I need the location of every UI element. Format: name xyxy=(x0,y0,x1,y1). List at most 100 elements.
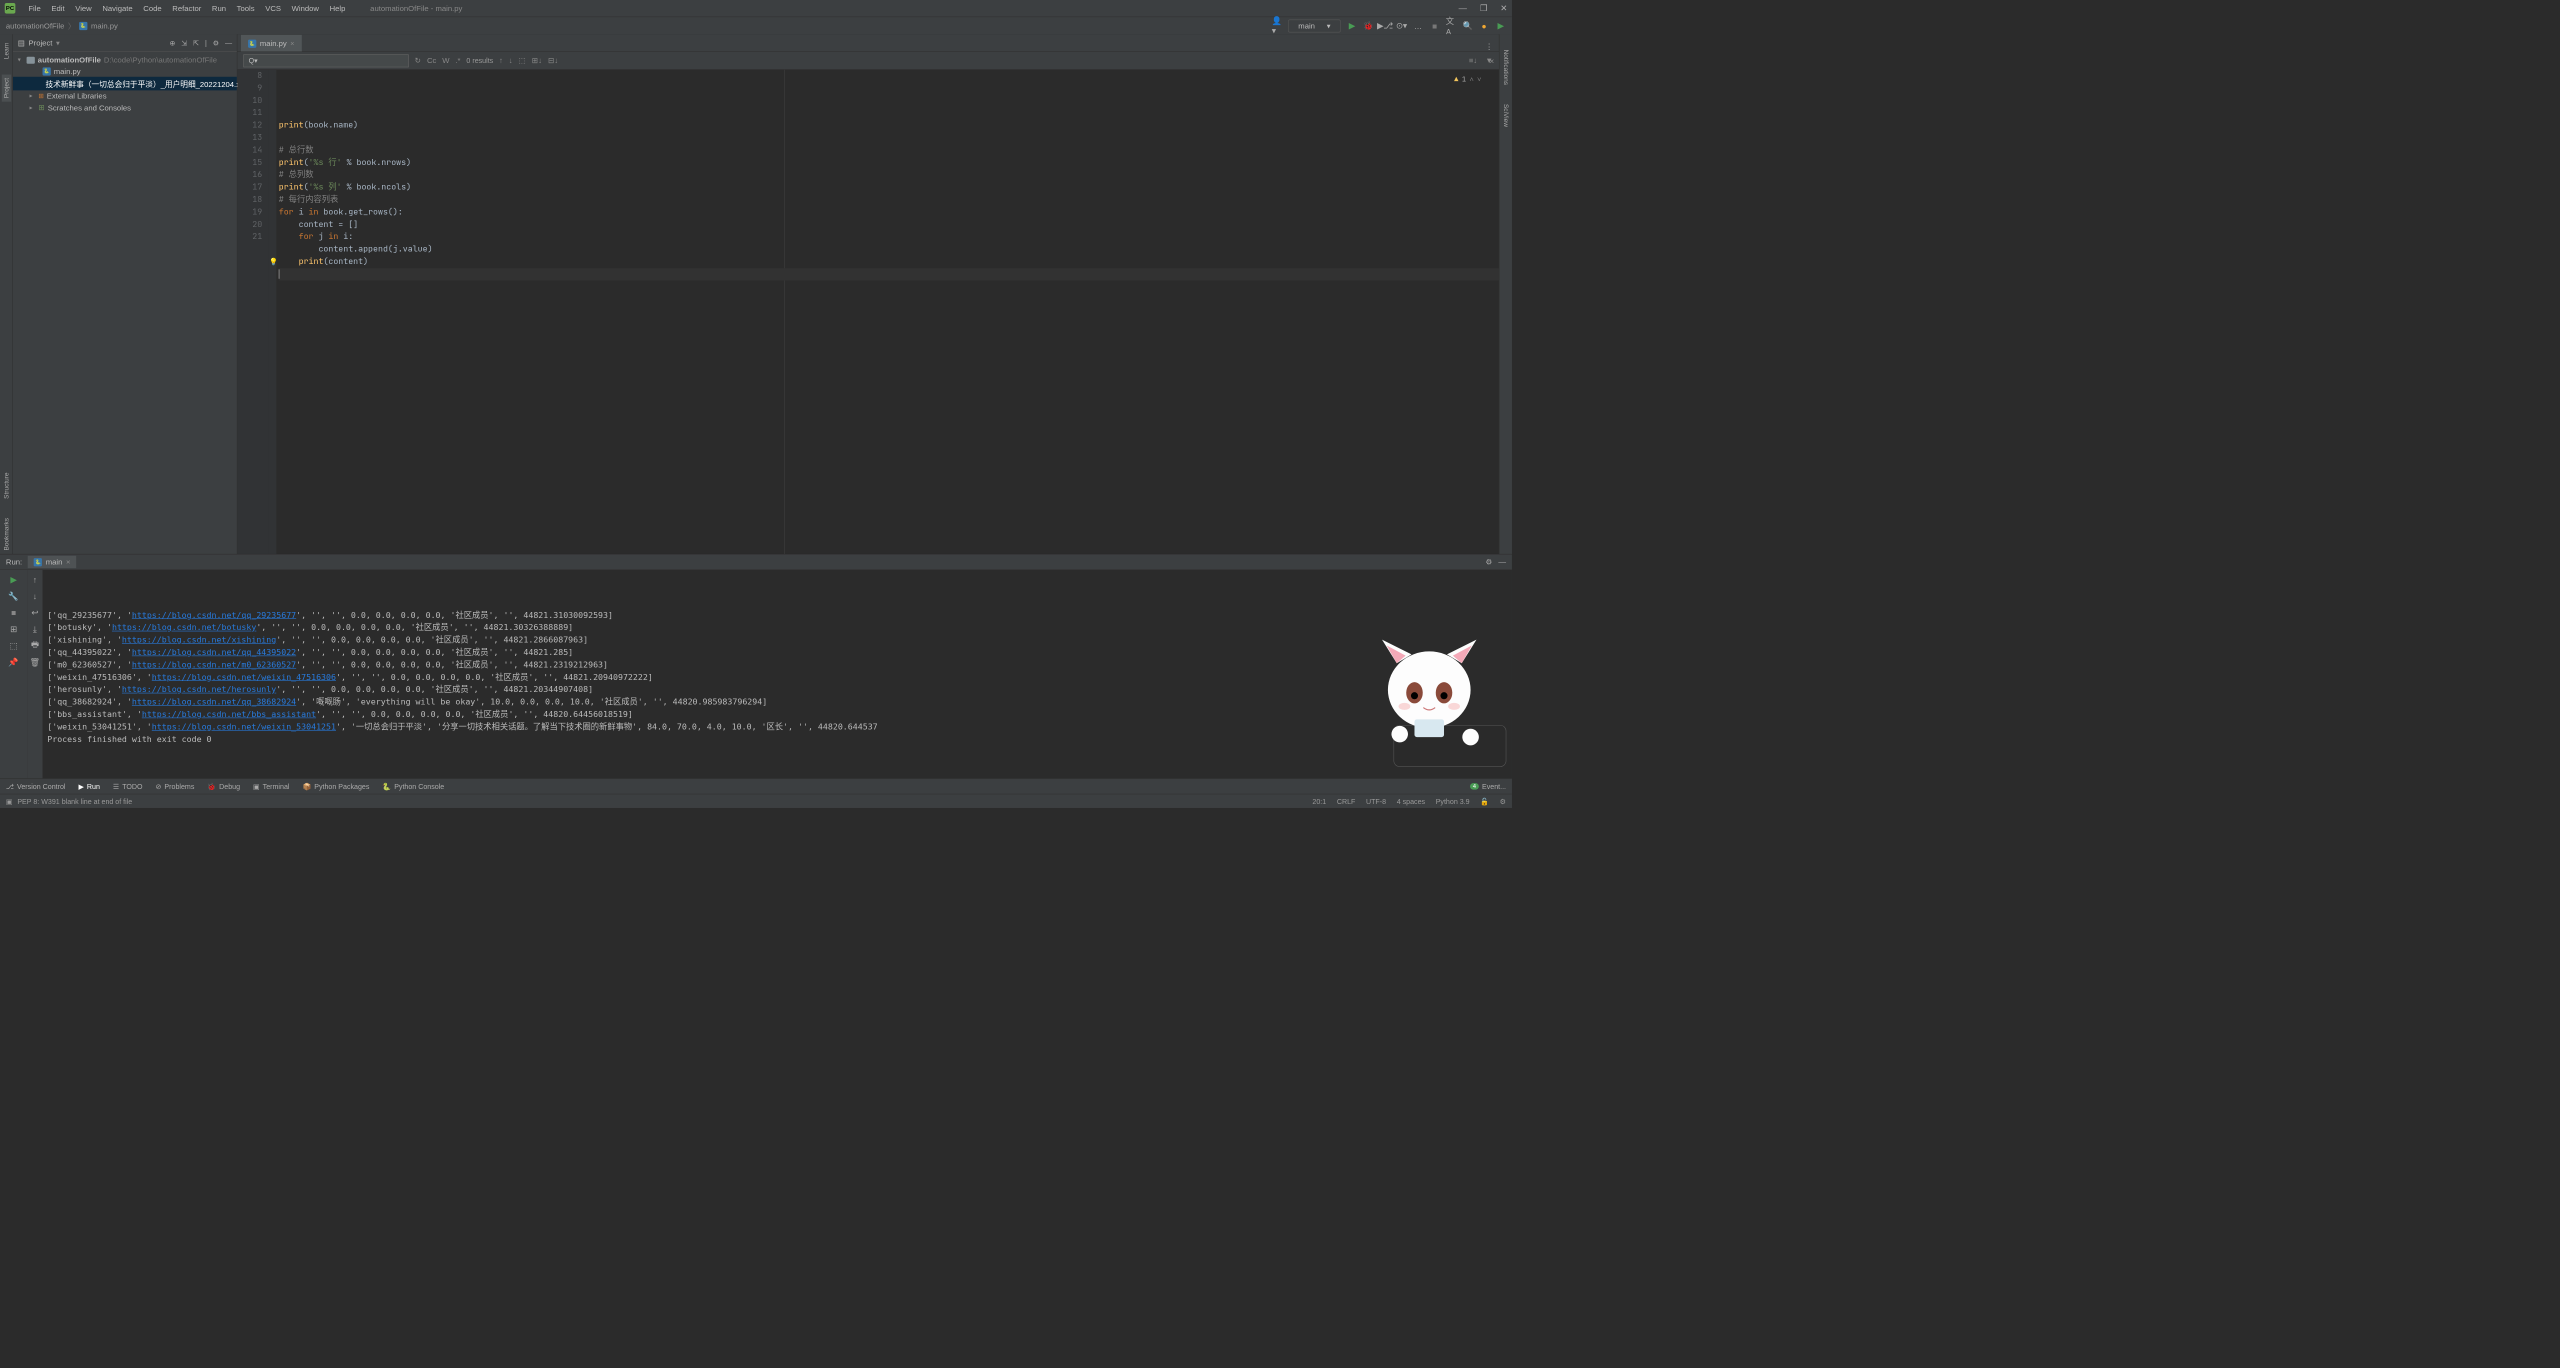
history-icon[interactable]: ↻ xyxy=(415,56,421,65)
bookmarks-tab[interactable]: Bookmarks xyxy=(1,514,10,554)
maximize-icon[interactable]: ❐ xyxy=(1480,3,1487,13)
select-all-icon[interactable]: ⬚ xyxy=(519,56,526,65)
clear-icon[interactable]: 🗑 xyxy=(29,656,41,668)
editor-tab-main[interactable]: 🐍 main.py × xyxy=(241,35,302,52)
pin-icon[interactable]: ⬚ xyxy=(8,640,20,652)
run-tab-main[interactable]: 🐍 main × xyxy=(28,556,76,568)
tab-run[interactable]: ▶Run xyxy=(78,782,99,790)
prev-problem-icon[interactable]: ˄ xyxy=(1470,73,1474,85)
close-icon[interactable]: ✕ xyxy=(1500,3,1507,13)
translate-icon[interactable]: 文A xyxy=(1446,20,1457,31)
menu-run[interactable]: Run xyxy=(207,2,231,14)
status-icon[interactable]: ▣ xyxy=(6,797,13,805)
event-log-tab[interactable]: 4 Event... xyxy=(1470,782,1506,790)
menu-tools[interactable]: Tools xyxy=(232,2,259,14)
debug-button[interactable]: 🐞 xyxy=(1363,20,1374,31)
project-panel-title[interactable]: Project xyxy=(29,38,53,47)
collapse-icon[interactable]: ⇱ xyxy=(193,39,199,47)
dump-icon[interactable]: 📌 xyxy=(8,656,20,668)
tab-todo[interactable]: ☰TODO xyxy=(113,782,143,790)
tree-scratches[interactable]: ▸ ⊞ Scratches and Consoles xyxy=(13,102,237,114)
run-config-selector[interactable]: main▾ xyxy=(1288,19,1340,32)
next-match-icon[interactable]: ↓ xyxy=(509,56,513,65)
code-editor[interactable]: 89101112131415161718192021 ▲ 1 ˄ ˅ print… xyxy=(237,70,1499,554)
line-separator[interactable]: CRLF xyxy=(1337,797,1356,805)
tree-file-xlsx[interactable]: 技术新鲜事（一切总会归于平淡）_用户明细_20221204.xlsx xyxy=(13,77,237,91)
menu-file[interactable]: File xyxy=(24,2,46,14)
quick-list-icon[interactable]: ≡↓ xyxy=(1469,56,1477,65)
editor-options-icon[interactable]: ⋮ xyxy=(1479,42,1498,51)
menu-refactor[interactable]: Refactor xyxy=(168,2,206,14)
tree-root[interactable]: ▾ automationOfFile D:\code\Python\automa… xyxy=(13,54,237,65)
find-input[interactable]: Q▾ xyxy=(243,54,408,67)
sciview-tab[interactable]: SciView xyxy=(1501,100,1510,130)
regex-icon[interactable]: .* xyxy=(455,56,460,65)
tab-debug[interactable]: 🐞Debug xyxy=(207,782,240,790)
ide-actions-icon[interactable]: ● xyxy=(1479,20,1490,31)
console-output[interactable]: ['qq_29235677', 'https://blog.csdn.net/q… xyxy=(43,570,1512,778)
file-encoding[interactable]: UTF-8 xyxy=(1366,797,1386,805)
close-find-icon[interactable]: × xyxy=(1489,56,1494,65)
inspections-widget[interactable]: ▲ 1 ˄ ˅ xyxy=(1454,73,1481,85)
tab-problems[interactable]: ⊘Problems xyxy=(156,782,195,790)
remove-selection-icon[interactable]: ⊟↓ xyxy=(548,56,558,65)
tab-terminal[interactable]: ▣Terminal xyxy=(253,782,289,790)
dropdown-icon[interactable]: ▾ xyxy=(56,38,60,47)
hide-run-icon[interactable]: — xyxy=(1498,557,1506,566)
add-selection-icon[interactable]: ⊞↓ xyxy=(532,56,542,65)
structure-tab[interactable]: Structure xyxy=(1,469,10,502)
locate-icon[interactable]: ⊕ xyxy=(169,39,175,47)
menu-help[interactable]: Help xyxy=(325,2,350,14)
minimize-icon[interactable]: — xyxy=(1459,3,1467,13)
word-icon[interactable]: W xyxy=(442,56,449,65)
menu-window[interactable]: Window xyxy=(287,2,324,14)
tree-file-main[interactable]: 🐍 main.py xyxy=(13,66,237,77)
close-run-tab-icon[interactable]: × xyxy=(66,558,70,567)
attach-button[interactable]: … xyxy=(1413,20,1424,31)
case-icon[interactable]: Cc xyxy=(427,56,436,65)
run-tool-icon[interactable]: 🔧 xyxy=(8,590,20,602)
notifications-tab[interactable]: Notifications xyxy=(1501,46,1510,88)
tab-python-packages[interactable]: 📦Python Packages xyxy=(302,782,369,790)
breadcrumb-file[interactable]: main.py xyxy=(91,21,118,30)
menu-code[interactable]: Code xyxy=(139,2,167,14)
execute-icon[interactable]: ▶ xyxy=(1495,20,1506,31)
tab-version-control[interactable]: ⎇Version Control xyxy=(6,782,66,790)
print-icon[interactable]: 🖶 xyxy=(29,640,41,652)
run-button[interactable]: ▶ xyxy=(1347,20,1358,31)
up-trace-icon[interactable]: ↑ xyxy=(29,573,41,585)
readonly-icon[interactable]: 🔓 xyxy=(1480,797,1489,805)
user-icon[interactable]: 👤▾ xyxy=(1272,20,1283,31)
stop-run-icon[interactable]: ■ xyxy=(8,607,20,619)
close-tab-icon[interactable]: × xyxy=(290,39,294,47)
menu-vcs[interactable]: VCS xyxy=(260,2,285,14)
scroll-end-icon[interactable]: ⤓ xyxy=(29,623,41,635)
settings-icon[interactable]: ⚙ xyxy=(213,39,219,47)
stop-button[interactable]: ■ xyxy=(1429,20,1440,31)
next-problem-icon[interactable]: ˅ xyxy=(1477,73,1481,85)
rerun-icon[interactable]: ▶ xyxy=(8,573,20,585)
profile-button[interactable]: ⊙▾ xyxy=(1396,20,1407,31)
prev-match-icon[interactable]: ↑ xyxy=(499,56,503,65)
coverage-button[interactable]: ▶⎇ xyxy=(1380,20,1391,31)
run-settings-icon[interactable]: ⚙ xyxy=(1486,557,1493,566)
menu-edit[interactable]: Edit xyxy=(47,2,70,14)
layout-icon[interactable]: ⊞ xyxy=(8,623,20,635)
menu-navigate[interactable]: Navigate xyxy=(98,2,138,14)
caret-position[interactable]: 20:1 xyxy=(1312,797,1326,805)
indent-info[interactable]: 4 spaces xyxy=(1397,797,1425,805)
breadcrumb-project[interactable]: automationOfFile xyxy=(6,21,64,30)
project-tab[interactable]: Project xyxy=(1,74,10,101)
interpreter-info[interactable]: Python 3.9 xyxy=(1436,797,1470,805)
menu-view[interactable]: View xyxy=(70,2,96,14)
search-everywhere-icon[interactable]: 🔍 xyxy=(1462,20,1473,31)
down-trace-icon[interactable]: ↓ xyxy=(29,590,41,602)
hide-panel-icon[interactable]: — xyxy=(225,39,232,47)
tree-external-libs[interactable]: ▸ ⊞ External Libraries xyxy=(13,90,237,101)
event-badge: 4 xyxy=(1470,783,1479,789)
tab-python-console[interactable]: 🐍Python Console xyxy=(382,782,444,790)
expand-icon[interactable]: ⇲ xyxy=(181,39,187,47)
ide-status-icon[interactable]: ⚙ xyxy=(1500,797,1506,805)
learn-tab[interactable]: Learn xyxy=(1,39,10,63)
soft-wrap-icon[interactable]: ↩ xyxy=(29,607,41,619)
